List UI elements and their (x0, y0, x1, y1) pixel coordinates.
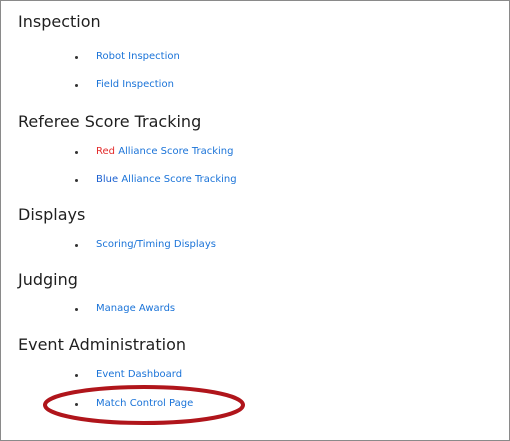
match-control-page-link[interactable]: Match Control Page (96, 399, 193, 409)
robot-inspection-link[interactable]: Robot Inspection (96, 52, 180, 62)
section-heading-displays: Displays (18, 205, 86, 224)
list-item-scoring-timing-displays: Scoring/Timing Displays (75, 240, 216, 250)
red-alliance-label: Alliance Score Tracking (118, 146, 234, 157)
list-item-manage-awards: Manage Awards (75, 304, 175, 314)
list-item-robot-inspection: Robot Inspection (75, 52, 180, 62)
bullet-icon (75, 150, 78, 154)
scoring-timing-displays-link[interactable]: Scoring/Timing Displays (96, 240, 216, 250)
red-alliance-score-tracking-link[interactable]: Red Alliance Score Tracking (96, 147, 233, 157)
list-item-event-dashboard: Event Dashboard (75, 370, 182, 380)
list-item-field-inspection: Field Inspection (75, 80, 174, 90)
bullet-icon (75, 178, 78, 182)
list-item-blue-alliance: Blue Alliance Score Tracking (75, 175, 237, 185)
blue-alliance-prefix: Blue (96, 174, 119, 185)
page-frame: Inspection Robot Inspection Field Inspec… (0, 0, 510, 441)
bullet-icon (75, 83, 78, 87)
bullet-icon (75, 243, 78, 247)
section-heading-event-administration: Event Administration (18, 335, 186, 354)
red-alliance-prefix: Red (96, 146, 115, 157)
section-heading-referee-score-tracking: Referee Score Tracking (18, 112, 202, 131)
event-dashboard-link[interactable]: Event Dashboard (96, 370, 182, 380)
field-inspection-link[interactable]: Field Inspection (96, 80, 174, 90)
list-item-match-control-page: Match Control Page (75, 399, 193, 409)
bullet-icon (75, 307, 78, 311)
blue-alliance-score-tracking-link[interactable]: Blue Alliance Score Tracking (96, 175, 237, 185)
blue-alliance-label: Alliance Score Tracking (121, 174, 237, 185)
list-item-red-alliance: Red Alliance Score Tracking (75, 147, 233, 157)
section-heading-judging: Judging (18, 270, 78, 289)
bullet-icon (75, 402, 78, 406)
manage-awards-link[interactable]: Manage Awards (96, 304, 175, 314)
bullet-icon (75, 373, 78, 377)
bullet-icon (75, 55, 78, 59)
section-heading-inspection: Inspection (18, 12, 101, 31)
